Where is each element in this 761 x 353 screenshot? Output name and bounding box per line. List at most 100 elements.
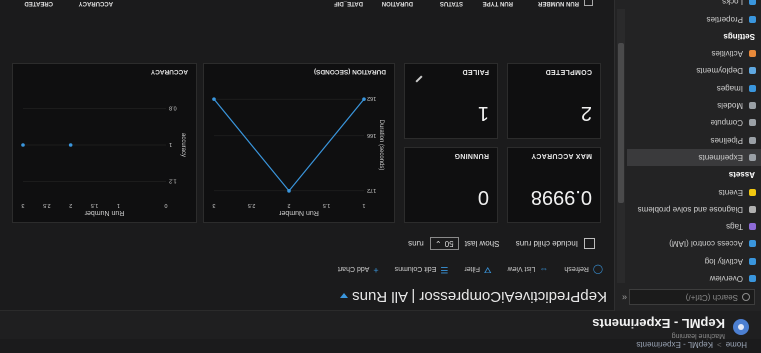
failed-value: 1 bbox=[477, 102, 489, 124]
toolbar-button-label: Filter bbox=[464, 265, 480, 272]
model-icon bbox=[749, 102, 756, 110]
column-header-date-dif[interactable]: DATE_DIF bbox=[334, 0, 363, 6]
sidebar-item-diagnose-and-solve-problems[interactable]: Diagnose and solve problems bbox=[627, 201, 761, 218]
sidebar-item-label: Images bbox=[716, 83, 743, 93]
sidebar-search-input[interactable]: Search (Ctrl+/) bbox=[629, 289, 755, 305]
sidebar-item-images[interactable]: Images bbox=[627, 79, 761, 96]
sidebar-item-experiments[interactable]: Experiments bbox=[627, 148, 761, 166]
data-point[interactable] bbox=[21, 143, 25, 147]
ml-workspace-icon bbox=[733, 319, 749, 335]
sidebar-item-compute[interactable]: Compute bbox=[627, 114, 761, 131]
list-view-button[interactable]: ⇔List View bbox=[508, 265, 549, 275]
y-axis-label: accuracy bbox=[180, 133, 186, 157]
breadcrumb-current[interactable]: KepML - Experiments bbox=[636, 340, 713, 349]
completed-value: 2 bbox=[580, 102, 592, 124]
data-point[interactable] bbox=[68, 143, 73, 147]
sidebar-item-label: Settings bbox=[723, 31, 755, 41]
data-point[interactable] bbox=[362, 97, 366, 101]
chart-label: ACCURACY bbox=[150, 68, 188, 75]
page-title[interactable]: KepPredictiveAiCompressor | All Runs bbox=[340, 288, 607, 305]
y-tick-label: 162 bbox=[367, 95, 376, 101]
sidebar-item-events[interactable]: Events bbox=[627, 183, 761, 200]
resource-header: Machine learning KepML - Experiments bbox=[0, 310, 761, 339]
running-tile: 0 RUNNING bbox=[404, 147, 498, 223]
image-icon bbox=[749, 84, 756, 92]
sidebar-item-label: Tags bbox=[726, 222, 743, 232]
column-header-status[interactable]: STATUS bbox=[440, 0, 463, 6]
pipeline-icon bbox=[749, 136, 756, 144]
resource-title: KepML - Experiments bbox=[592, 316, 725, 331]
data-point[interactable] bbox=[212, 97, 216, 101]
x-tick-label: 1.5 bbox=[323, 202, 331, 208]
y-tick-label: 0.8 bbox=[169, 104, 177, 110]
sidebar-item-access-control-iam-[interactable]: Access control (IAM) bbox=[627, 235, 761, 252]
breadcrumb-home[interactable]: Home bbox=[726, 340, 747, 349]
y-tick-label: 1 bbox=[169, 141, 172, 147]
page-title-text: KepPredictiveAiCompressor | All Runs bbox=[352, 288, 607, 305]
sidebar-item-label: Assets bbox=[728, 170, 755, 180]
sidebar-item-label: Deployments bbox=[696, 66, 743, 76]
include-child-runs-checkbox[interactable] bbox=[584, 237, 595, 249]
sidebar-item-pipelines[interactable]: Pipelines bbox=[627, 131, 761, 148]
sidebar-item-label: Experiments bbox=[698, 152, 743, 162]
running-value: 0 bbox=[477, 186, 489, 208]
sidebar-item-overview[interactable]: Overview bbox=[627, 270, 761, 287]
column-header-run-type[interactable]: RUN TYPE bbox=[483, 0, 513, 6]
x-tick-label: 3 bbox=[212, 202, 215, 208]
collapse-sidebar-button[interactable]: « bbox=[622, 293, 627, 303]
search-icon bbox=[742, 293, 750, 301]
overview-icon bbox=[749, 275, 756, 282]
wrench-icon bbox=[749, 205, 756, 213]
toolbar-button-label: List View bbox=[507, 265, 536, 272]
refresh-icon: ◯ bbox=[592, 265, 603, 275]
chart-title: Run Number bbox=[278, 209, 318, 216]
sidebar-nav: Overview Activity log Access control (IAM)… bbox=[627, 0, 761, 287]
filter-button[interactable]: ⛛Filter bbox=[464, 264, 491, 275]
run-filters: Include child runs Show last 50⌄ runs bbox=[408, 237, 595, 250]
properties-icon bbox=[749, 15, 756, 23]
column-header-created[interactable]: CREATED bbox=[24, 0, 53, 6]
sidebar-item-deployments[interactable]: Deployments bbox=[627, 62, 761, 79]
sidebar-item-label: Diagnose and solve problems bbox=[637, 204, 743, 214]
filter-icon: ⛛ bbox=[483, 265, 492, 275]
select-all-checkbox[interactable] bbox=[584, 0, 593, 6]
sidebar-item-label: Activity log bbox=[704, 256, 743, 266]
sidebar-item-activities[interactable]: Activities bbox=[627, 45, 761, 62]
command-bar: ◯Refresh ⇔List View ⛛Filter ☰Edit Columns +A… bbox=[322, 261, 603, 275]
runs-dropdown-icon[interactable] bbox=[340, 293, 349, 299]
show-last-select[interactable]: 50⌄ bbox=[429, 237, 459, 250]
edit-columns-button[interactable]: ☰Edit Columns bbox=[395, 264, 449, 275]
add-chart-button[interactable]: +Add Chart bbox=[338, 265, 379, 275]
toolbar-button-label: Add Chart bbox=[337, 265, 370, 272]
y-tick-label: 172 bbox=[367, 187, 376, 193]
x-tick-label: 2 bbox=[69, 202, 72, 208]
edit-icon[interactable] bbox=[415, 75, 423, 83]
bolt-icon bbox=[749, 188, 756, 196]
data-point[interactable] bbox=[287, 189, 291, 193]
y-axis-label: Duration (seconds) bbox=[378, 120, 384, 171]
series-line bbox=[213, 98, 365, 192]
sidebar-item-properties[interactable]: Properties bbox=[627, 10, 761, 27]
tag-icon bbox=[749, 223, 756, 231]
runs-grid-header: RUN NUMBER RUN TYPE STATUS DURATION DATE_DIF… bbox=[13, 0, 603, 9]
running-label: RUNNING bbox=[454, 152, 489, 159]
failed-label: FAILED bbox=[462, 68, 489, 75]
sidebar-item-label: Events bbox=[718, 187, 743, 197]
runs-label: runs bbox=[408, 239, 424, 248]
column-header-accuracy[interactable]: ACCURACY bbox=[79, 0, 113, 6]
sidebar-item-activity-log[interactable]: Activity log bbox=[627, 252, 761, 269]
sidebar-item-tags[interactable]: Tags bbox=[627, 218, 761, 235]
sidebar-item-models[interactable]: Models bbox=[627, 97, 761, 114]
iam-icon bbox=[749, 240, 756, 248]
max-accuracy-tile: 0.9998 MAX ACCURACY bbox=[507, 147, 601, 223]
column-header-run-number[interactable]: RUN NUMBER bbox=[538, 0, 579, 6]
sidebar-item-label: Pipelines bbox=[710, 135, 743, 145]
include-child-runs-label: Include child runs bbox=[515, 239, 578, 248]
completed-label: COMPLETED bbox=[545, 68, 592, 75]
sidebar-item-locks[interactable]: Locks bbox=[627, 0, 761, 10]
sidebar-scrollbar[interactable] bbox=[617, 9, 625, 283]
sidebar-item-label: Overview bbox=[709, 274, 743, 283]
refresh-button[interactable]: ◯Refresh bbox=[564, 264, 603, 275]
column-header-duration[interactable]: DURATION bbox=[382, 0, 413, 6]
scrollbar-thumb[interactable] bbox=[618, 43, 624, 203]
